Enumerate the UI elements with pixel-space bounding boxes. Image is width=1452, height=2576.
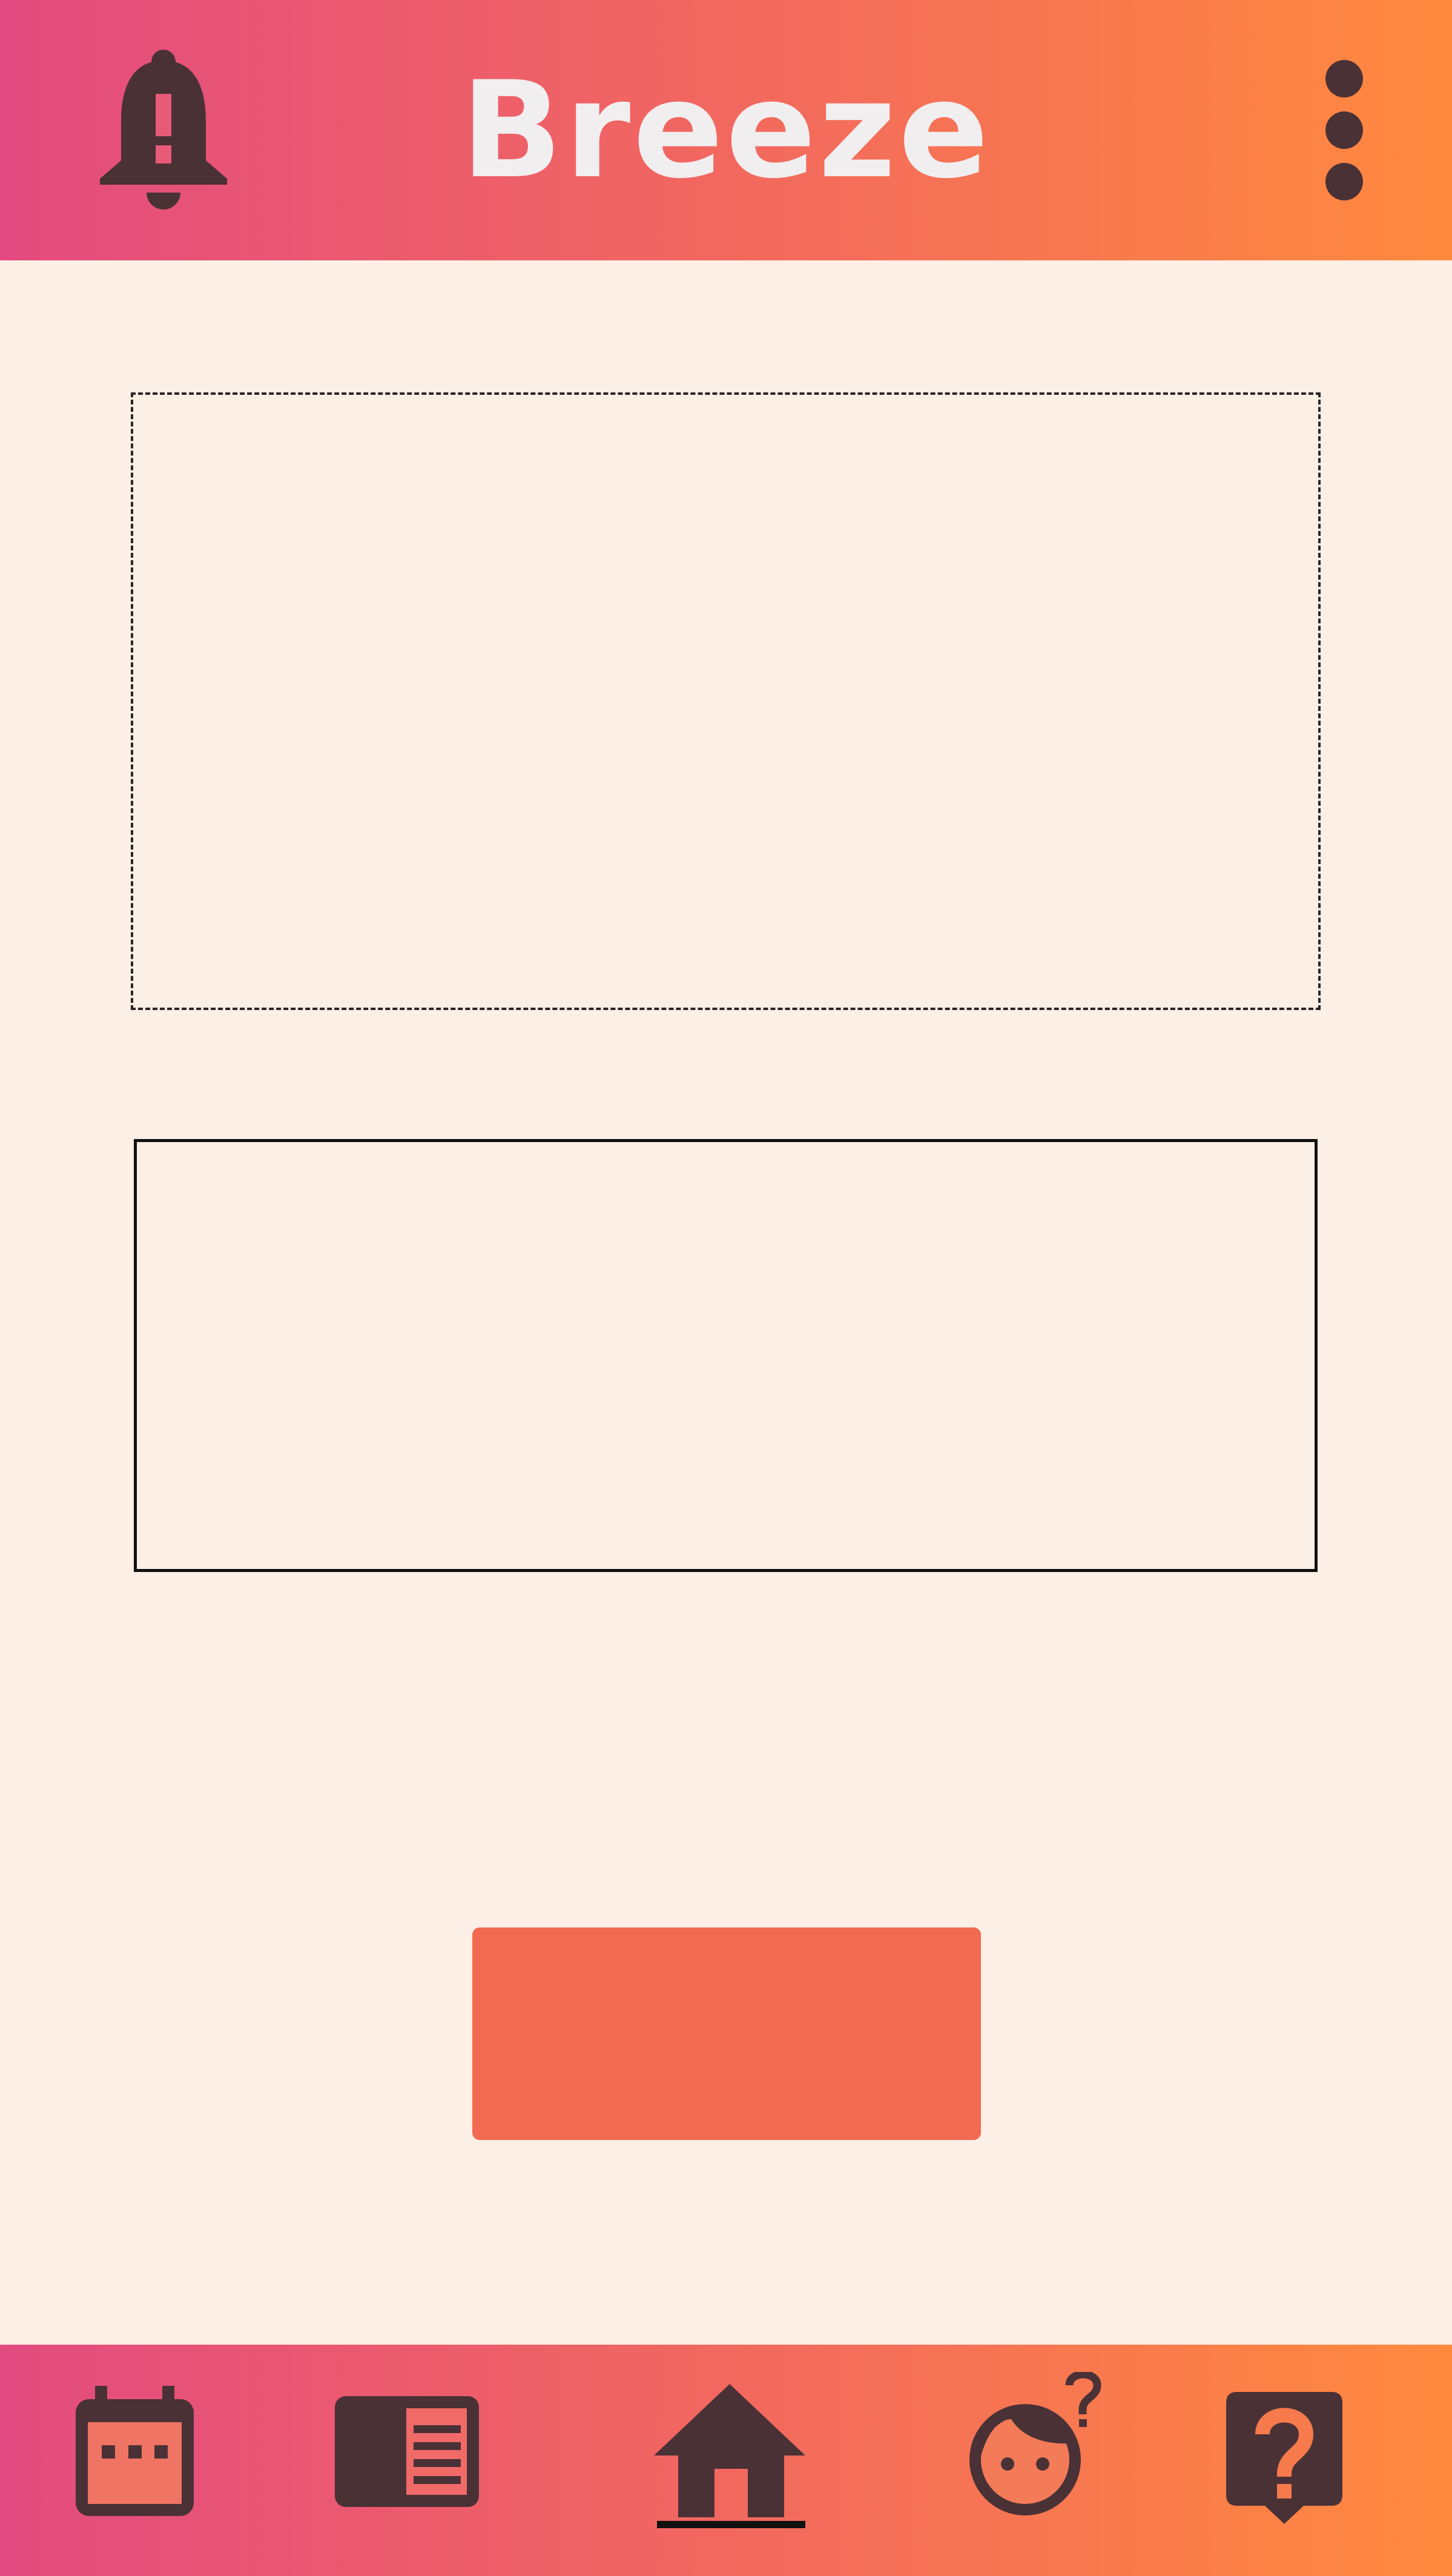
- calendar-icon: [76, 2386, 194, 2516]
- more-vert-icon[interactable]: [1308, 54, 1381, 206]
- image-placeholder: [131, 392, 1321, 1010]
- bottom-navigation: [0, 2345, 1452, 2576]
- article-icon: [335, 2396, 479, 2507]
- top-app-bar: Breeze: [0, 0, 1452, 260]
- notification-alert-icon[interactable]: [97, 48, 230, 212]
- content-card: [134, 1139, 1318, 1572]
- nav-item-help[interactable]: [1226, 2392, 1342, 2524]
- primary-action-button[interactable]: [472, 1927, 981, 2140]
- nav-item-home[interactable]: [654, 2384, 805, 2529]
- home-icon: [654, 2384, 805, 2528]
- nav-item-calendar[interactable]: [76, 2386, 194, 2516]
- child-question-icon: [969, 2372, 1101, 2515]
- help-chat-icon: [1226, 2392, 1342, 2524]
- app-screen: Breeze: [0, 0, 1452, 2576]
- nav-item-kids-faq[interactable]: [963, 2372, 1111, 2523]
- nav-item-articles[interactable]: [335, 2396, 479, 2507]
- active-indicator: [657, 2521, 805, 2528]
